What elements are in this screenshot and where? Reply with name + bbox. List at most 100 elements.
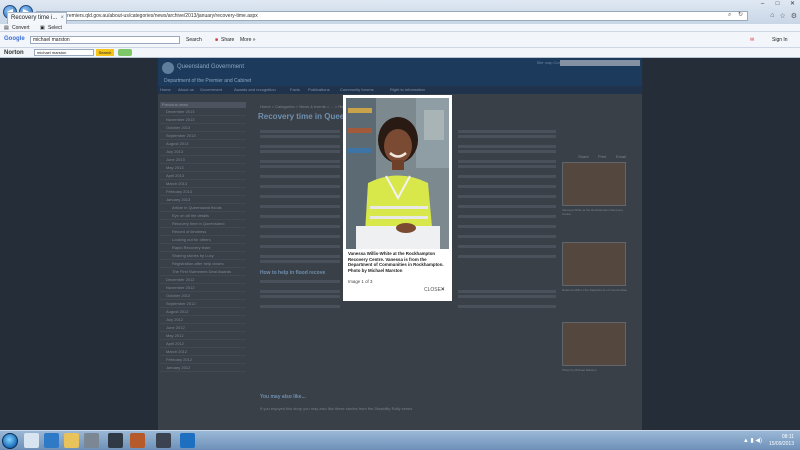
sidebar-item[interactable]: November 2013 bbox=[160, 116, 246, 124]
mail-icon[interactable]: ✉ bbox=[750, 37, 754, 43]
text-line bbox=[458, 235, 556, 238]
text-line bbox=[260, 165, 340, 168]
start-button[interactable] bbox=[2, 433, 18, 449]
sidebar-item[interactable]: October 2012 bbox=[160, 292, 246, 300]
sidebar-item[interactable]: July 2013 bbox=[160, 148, 246, 156]
sidebar-item[interactable]: September 2013 bbox=[160, 132, 246, 140]
convert-menu[interactable]: Convert bbox=[12, 24, 30, 32]
text-line bbox=[458, 205, 556, 208]
google-sign-in[interactable]: Sign In bbox=[772, 37, 788, 43]
gallery-thumbnail[interactable] bbox=[562, 162, 626, 206]
nav-item[interactable]: Facts bbox=[290, 87, 300, 92]
tools-gear-icon[interactable]: ⚙ bbox=[791, 12, 797, 20]
org-name: Queensland Government bbox=[177, 64, 245, 70]
tab-close-icon[interactable]: × bbox=[60, 13, 64, 24]
nav-item[interactable]: Government bbox=[200, 87, 222, 92]
nav-item[interactable]: Awards and recognition bbox=[234, 87, 276, 92]
system-clock[interactable]: 08:11 15/09/2013 bbox=[769, 434, 794, 448]
section-heading-also: You may also like... bbox=[260, 394, 306, 400]
home-icon[interactable]: ⌂ bbox=[770, 12, 774, 20]
email-link[interactable]: Email bbox=[616, 154, 626, 159]
sidebar-item[interactable]: March 2013 bbox=[160, 180, 246, 188]
nav-item[interactable]: Home bbox=[160, 87, 171, 92]
sidebar-item[interactable]: Sharing stories by Lucy bbox=[160, 252, 246, 260]
nav-item[interactable]: Community forums bbox=[340, 87, 374, 92]
sidebar-item[interactable]: May 2013 bbox=[160, 164, 246, 172]
share-icon: ■ bbox=[215, 37, 219, 43]
app-icon[interactable] bbox=[108, 433, 123, 448]
sidebar-item[interactable]: September 2012 bbox=[160, 300, 246, 308]
sidebar-item[interactable]: December 2013 bbox=[160, 108, 246, 116]
share-link[interactable]: Share bbox=[578, 154, 589, 159]
sidebar-item[interactable]: January 2013 bbox=[160, 196, 246, 204]
sidebar-item[interactable]: Looking out for others bbox=[160, 236, 246, 244]
minimize-icon[interactable]: – bbox=[758, 0, 767, 9]
window-controls: – □ ✕ bbox=[752, 0, 797, 9]
gallery-thumbnail[interactable] bbox=[562, 242, 626, 286]
google-more-button[interactable]: More » bbox=[240, 37, 256, 43]
refresh-icon[interactable]: ↻ bbox=[738, 11, 743, 20]
sidebar-item[interactable]: April 2013 bbox=[160, 172, 246, 180]
sidebar-item[interactable]: October 2013 bbox=[160, 124, 246, 132]
sidebar-item[interactable]: December 2012 bbox=[160, 276, 246, 284]
nav-item[interactable]: About us bbox=[178, 87, 194, 92]
google-search-button[interactable]: Search bbox=[186, 37, 202, 43]
sidebar-item[interactable]: Recovery time in Queensland bbox=[160, 220, 246, 228]
sidebar-item[interactable]: June 2012 bbox=[160, 324, 246, 332]
sidebar-item[interactable]: Registration after help closes bbox=[160, 260, 246, 268]
address-bar[interactable]: http://www.premiers.qld.gov.au/about-us/… bbox=[36, 11, 748, 21]
tray-icons[interactable]: ▲ ▮ ◀) bbox=[743, 437, 762, 444]
norton-safe-icon[interactable] bbox=[118, 49, 132, 56]
norton-search-input[interactable]: michael marston bbox=[34, 49, 94, 56]
sidebar-item[interactable]: Article in Queensland floods bbox=[160, 204, 246, 212]
sidebar-item[interactable]: The First Swimmers Deal Awards bbox=[160, 268, 246, 276]
sidebar-item[interactable]: January 2012 bbox=[160, 364, 246, 372]
text-line bbox=[260, 185, 340, 188]
text-line bbox=[458, 305, 556, 308]
sidebar-item[interactable]: March 2012 bbox=[160, 348, 246, 356]
sidebar-item[interactable]: November 2012 bbox=[160, 284, 246, 292]
nav-item[interactable]: Publications bbox=[308, 87, 330, 92]
text-line bbox=[458, 165, 556, 168]
norton-toolbar: Norton michael marston Search bbox=[0, 48, 800, 58]
sidebar-item[interactable]: July 2012 bbox=[160, 316, 246, 324]
convert-icon[interactable]: ▤ bbox=[4, 24, 9, 32]
print-link[interactable]: Print bbox=[598, 154, 606, 159]
gallery-thumbnail[interactable] bbox=[562, 322, 626, 366]
norton-search-button[interactable]: Search bbox=[96, 49, 114, 56]
media-icon[interactable] bbox=[130, 433, 145, 448]
text-line bbox=[260, 195, 340, 198]
sidebar-item[interactable]: Rapid Recovery team bbox=[160, 244, 246, 252]
sidebar-item[interactable]: August 2013 bbox=[160, 140, 246, 148]
section-heading-help: How to help in flood recove bbox=[260, 270, 326, 276]
browser-taskbar-icon[interactable] bbox=[44, 433, 59, 448]
search-icon[interactable]: ⌕ bbox=[728, 11, 731, 20]
text-line bbox=[260, 145, 340, 148]
google-share-button[interactable]: Share bbox=[221, 37, 234, 43]
maximize-icon[interactable]: □ bbox=[773, 0, 782, 9]
sidebar-item[interactable]: May 2012 bbox=[160, 332, 246, 340]
sidebar-item[interactable]: Record of kindness bbox=[160, 228, 246, 236]
close-button[interactable]: CLOSE× bbox=[424, 287, 444, 293]
select-icon[interactable]: ▣ bbox=[40, 24, 45, 32]
sidebar-item[interactable]: June 2013 bbox=[160, 156, 246, 164]
sidebar-item[interactable]: February 2012 bbox=[160, 356, 246, 364]
site-search-input[interactable] bbox=[560, 60, 640, 66]
select-menu[interactable]: Select bbox=[48, 24, 62, 32]
tab-recovery-time[interactable]: Recovery time i... × bbox=[7, 12, 67, 24]
text-line bbox=[458, 160, 556, 163]
explorer-folder-icon[interactable] bbox=[64, 433, 79, 448]
sidebar-item[interactable]: August 2012 bbox=[160, 308, 246, 316]
sidebar-item[interactable]: April 2012 bbox=[160, 340, 246, 348]
google-search-input[interactable]: michael marston bbox=[30, 36, 180, 44]
nav-item[interactable]: Right to Information bbox=[390, 87, 425, 92]
window-close-icon[interactable]: ✕ bbox=[788, 0, 797, 9]
ie-icon[interactable] bbox=[24, 433, 39, 448]
sidebar-item[interactable]: February 2013 bbox=[160, 188, 246, 196]
app-icon[interactable] bbox=[84, 433, 99, 448]
photoshop-icon[interactable] bbox=[180, 433, 195, 448]
favorites-icon[interactable]: ☆ bbox=[779, 12, 785, 20]
chrome-icons: ⌂ ☆ ⚙ bbox=[765, 12, 797, 20]
app-icon[interactable] bbox=[156, 433, 171, 448]
sidebar-item[interactable]: Eye on all the details bbox=[160, 212, 246, 220]
